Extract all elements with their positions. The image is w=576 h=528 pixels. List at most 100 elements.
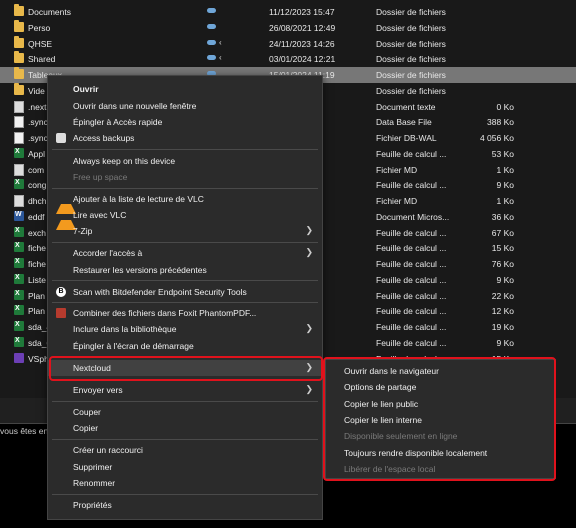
file-row[interactable]: Documents 11/12/2023 15:47 Dossier de fich… <box>0 4 576 20</box>
menu-label: Épingler à Accès rapide <box>73 117 163 127</box>
excel-icon <box>14 147 24 158</box>
excel-icon <box>14 242 24 253</box>
backup-icon <box>56 133 66 143</box>
excel-icon <box>14 273 24 284</box>
menu-label: Always keep on this device <box>73 156 176 166</box>
nextcloud-highlight-box <box>49 356 323 381</box>
menu-item-pin-start[interactable]: Épingler à l'écran de démarrage <box>48 338 322 354</box>
file-type: Feuille de calcul ... <box>376 227 447 238</box>
file-size: 15 Ko <box>491 243 514 254</box>
file-size: 0 Ko <box>496 101 515 112</box>
file-size: 36 Ko <box>491 211 514 222</box>
menu-separator <box>52 302 318 303</box>
menu-item-vlc-add[interactable]: Ajouter à la liste de lecture de VLC <box>48 191 322 214</box>
menu-label: Lire avec VLC <box>73 210 127 220</box>
menu-item-restore-versions[interactable]: Restaurer les versions précédentes <box>48 262 322 278</box>
context-menu: Ouvrir Ouvrir dans une nouvelle fenêtre … <box>47 75 323 520</box>
file-name: com <box>28 164 45 175</box>
doc-icon <box>14 195 24 207</box>
menu-label: Ouvrir <box>73 84 99 94</box>
menu-item-copy[interactable]: Copier <box>48 420 322 436</box>
file-date: 26/08/2021 12:49 <box>269 22 336 33</box>
menu-label: Propriétés <box>73 500 112 510</box>
file-size: 22 Ko <box>491 290 514 301</box>
file-type: Feuille de calcul ... <box>376 243 447 254</box>
foxit-icon <box>56 308 66 318</box>
menu-item-create-shortcut[interactable]: Créer un raccourci <box>48 442 322 458</box>
menu-item-rename[interactable]: Renommer <box>48 475 322 491</box>
menu-item-access-backups[interactable]: Access backups <box>48 130 322 146</box>
menu-item-properties[interactable]: Propriétés <box>48 497 322 513</box>
file-type: Dossier de fichiers <box>376 54 446 65</box>
menu-item-pin-quick-access[interactable]: Épingler à Accès rapide <box>48 114 322 130</box>
status-text: vous êtes en <box>0 426 49 436</box>
file-row[interactable]: Shared 03/01/2024 12:21 Dossier de fichier… <box>0 51 576 67</box>
file-type: Data Base File <box>376 117 432 128</box>
file-size: 9 Ko <box>496 337 515 348</box>
file-name: Appl <box>28 148 46 159</box>
file-name: Liste <box>28 274 46 285</box>
menu-label: Ajouter à la liste de lecture de VLC <box>73 194 204 204</box>
file-name: eddf <box>28 211 45 222</box>
menu-label: Accorder l'accès à <box>73 248 143 258</box>
menu-label: Combiner des fichiers dans Foxit Phantom… <box>73 308 257 318</box>
menu-item-cut[interactable]: Couper <box>48 404 322 420</box>
file-name: .next <box>28 101 47 112</box>
menu-item-send-to[interactable]: Envoyer vers ❯ <box>48 382 322 398</box>
menu-label: Renommer <box>73 478 116 488</box>
menu-item-always-keep[interactable]: Always keep on this device <box>48 153 322 169</box>
excel-icon <box>14 336 24 347</box>
menu-item-7zip[interactable]: 7-Zip ❯ <box>48 223 322 239</box>
file-name: dhch <box>28 196 47 206</box>
vs-icon <box>14 352 24 363</box>
excel-icon <box>14 305 24 316</box>
file-type: Feuille de calcul ... <box>376 274 447 285</box>
menu-item-bitdefender-scan[interactable]: B Scan with Bitdefender Endpoint Security… <box>48 284 322 300</box>
file-size: 1 Ko <box>496 164 515 175</box>
file-name: exch <box>28 227 46 238</box>
menu-label: Envoyer vers <box>73 385 123 395</box>
menu-label: Créer un raccourci <box>73 445 143 455</box>
file-type: Fichier MD <box>376 164 418 175</box>
menu-label: Copier <box>73 423 99 433</box>
file-row[interactable]: Perso 26/08/2021 12:49 Dossier de fichiers <box>0 19 576 36</box>
folder-icon <box>14 51 24 64</box>
menu-separator <box>52 242 318 243</box>
menu-item-vlc-play[interactable]: Lire avec VLC <box>48 207 322 230</box>
menu-item-grant-access[interactable]: Accorder l'accès à ❯ <box>48 245 322 261</box>
menu-separator <box>52 149 318 150</box>
word-icon <box>14 210 24 221</box>
doc-icon <box>14 100 24 113</box>
menu-separator <box>52 494 318 495</box>
menu-label: Ouvrir dans une nouvelle fenêtre <box>73 101 197 111</box>
chevron-right-icon: ❯ <box>305 323 313 333</box>
menu-label: Access backups <box>73 133 135 143</box>
share-icon: ‹ <box>219 37 222 47</box>
menu-item-delete[interactable]: Supprimer <box>48 459 322 475</box>
file-name: .sync <box>28 117 48 128</box>
menu-label: Restaurer les versions précédentes <box>73 265 207 275</box>
menu-item-include-library[interactable]: Inclure dans la bibliothèque ❯ <box>48 321 322 337</box>
cloud-sync-icon <box>207 55 216 61</box>
folder-icon <box>14 67 24 79</box>
menu-separator <box>52 280 318 281</box>
file-name: cong <box>28 180 47 191</box>
file-type: Feuille de calcul ... <box>376 148 447 159</box>
menu-item-open-new-window[interactable]: Ouvrir dans une nouvelle fenêtre <box>48 98 322 114</box>
file-type: Feuille de calcul ... <box>376 259 447 269</box>
menu-separator <box>52 439 318 440</box>
file-type: Document Micros... <box>376 211 450 222</box>
menu-label: 7-Zip <box>73 226 93 236</box>
menu-item-foxit-combine[interactable]: Combiner des fichiers dans Foxit Phantom… <box>48 305 322 321</box>
file-type: Feuille de calcul ... <box>376 290 447 301</box>
file-type: Dossier de fichiers <box>376 85 446 96</box>
file-type: Dossier de fichiers <box>376 70 446 80</box>
file-type: Feuille de calcul ... <box>376 337 447 348</box>
folder-icon <box>14 82 24 95</box>
file-row[interactable]: QHSE 24/11/2023 14:26 Dossier de fichiers ‹ <box>0 35 576 52</box>
bitdefender-icon: B <box>56 287 66 297</box>
file-size: 4 056 Ko <box>479 133 514 143</box>
menu-item-open[interactable]: Ouvrir <box>48 81 322 97</box>
file-size: 67 Ko <box>491 227 514 238</box>
file-type: Dossier de fichiers <box>376 7 446 17</box>
